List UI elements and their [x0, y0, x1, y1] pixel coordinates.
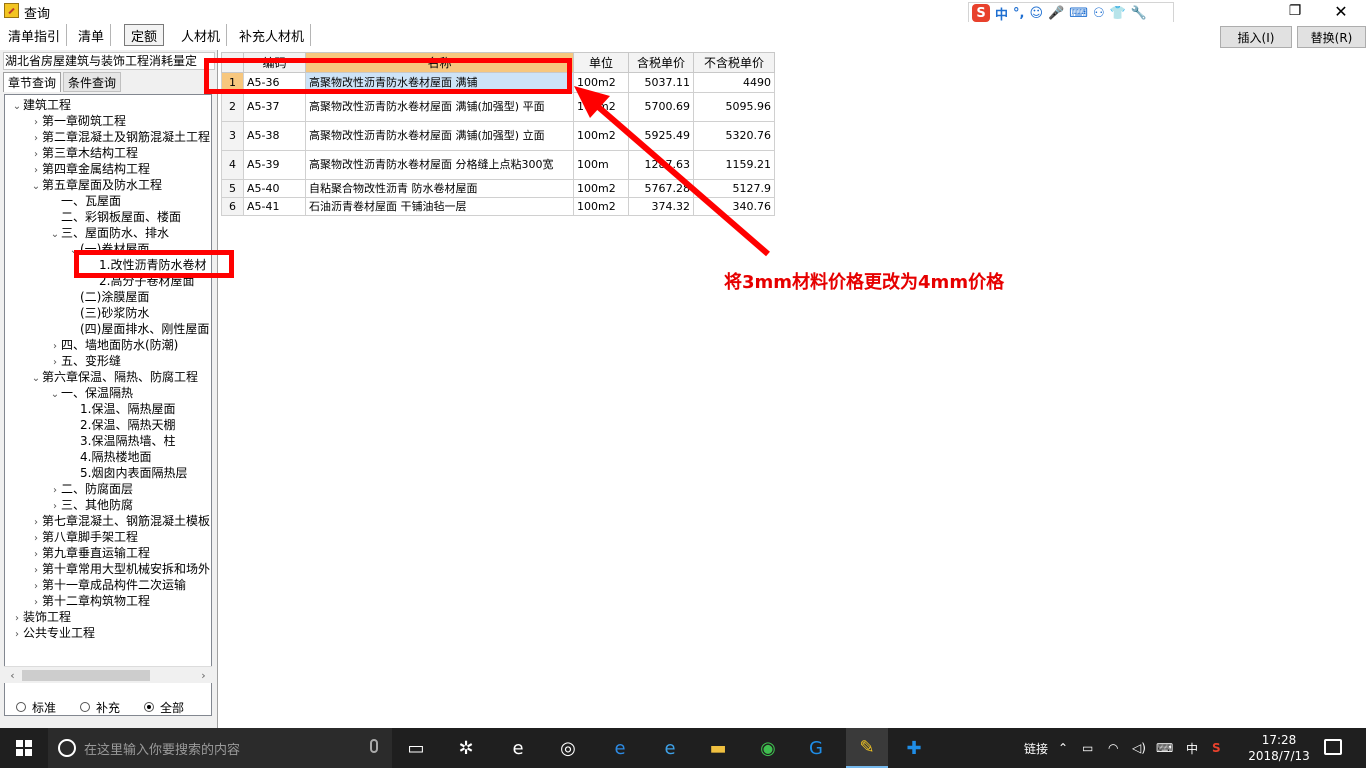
annotation-arrow: [574, 86, 770, 257]
cortana-icon: [58, 739, 76, 757]
ie-browser-icon[interactable]: e: [504, 734, 532, 762]
green-browser-icon[interactable]: ◉: [754, 734, 782, 762]
taskbar: 在这里输入你要搜索的内容 ▭ ✲ e ◎ e e ▬ ◉ G ✎ ✚ 链接 ⌃ …: [0, 728, 1366, 768]
file-explorer-icon[interactable]: ▬: [704, 734, 732, 762]
tray-wifi-icon[interactable]: ◠: [1108, 728, 1118, 768]
tray-keyboard-icon[interactable]: ⌨: [1156, 728, 1173, 768]
glodon-g-icon[interactable]: G: [802, 734, 830, 762]
tray-volume-icon[interactable]: ◁): [1132, 728, 1146, 768]
tray-chevron-icon[interactable]: ⌃: [1058, 728, 1068, 768]
task-view-icon[interactable]: ▭: [402, 734, 430, 762]
annotation-text: 将3mm材料价格更改为4mm价格: [724, 272, 1005, 293]
search-placeholder: 在这里输入你要搜索的内容: [84, 742, 241, 758]
spiral-app-icon[interactable]: ◎: [554, 734, 582, 762]
start-button[interactable]: [0, 728, 48, 768]
windows-logo-icon: [16, 740, 32, 756]
tray-sogou-icon[interactable]: S: [1212, 728, 1221, 768]
clock-time: 17:28: [1261, 733, 1297, 747]
blue-plus-app-icon[interactable]: ✚: [900, 734, 928, 762]
taskbar-clock[interactable]: 17:28 2018/7/13: [1248, 732, 1310, 764]
tray-language[interactable]: 中: [1186, 728, 1198, 768]
edge-browser-icon[interactable]: e: [606, 734, 634, 762]
microphone-icon[interactable]: [370, 739, 378, 753]
notification-icon[interactable]: [1324, 739, 1342, 755]
query-app-taskbar-icon[interactable]: ✎: [846, 728, 888, 768]
taskbar-search[interactable]: 在这里输入你要搜索的内容: [48, 728, 392, 768]
clock-date: 2018/7/13: [1248, 749, 1310, 763]
pinwheel-app-icon[interactable]: ✲: [452, 734, 480, 762]
ie-blue-icon[interactable]: e: [656, 734, 684, 762]
tray-link[interactable]: 链接: [1024, 728, 1048, 768]
tray-battery-icon[interactable]: ▭: [1082, 728, 1093, 768]
app-window: 查询 S 中 °, ☺ 🎤 ⌨ ⚇ 👕 🔧 ❐ ✕ 清单指引 清单 定额 人材机…: [0, 0, 1366, 768]
